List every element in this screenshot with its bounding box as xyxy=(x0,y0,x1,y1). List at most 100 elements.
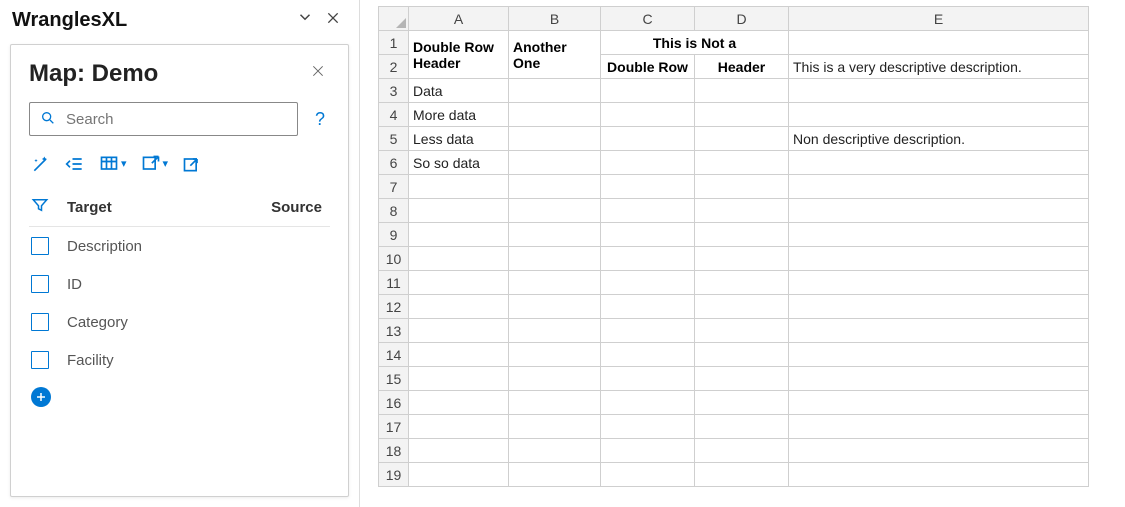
row-header[interactable]: 18 xyxy=(379,439,409,463)
cell[interactable] xyxy=(601,415,695,439)
checkbox[interactable] xyxy=(31,351,49,369)
cell[interactable]: Header xyxy=(695,55,789,79)
table-tool-icon[interactable]: ▾ xyxy=(99,154,127,174)
cell[interactable] xyxy=(601,271,695,295)
help-icon[interactable]: ? xyxy=(310,109,330,130)
cell[interactable]: Double Row xyxy=(601,55,695,79)
cell[interactable] xyxy=(509,271,601,295)
magic-wand-icon[interactable] xyxy=(31,154,51,174)
close-card-icon[interactable] xyxy=(306,59,330,88)
cell[interactable] xyxy=(601,151,695,175)
cell[interactable] xyxy=(409,415,509,439)
cell[interactable] xyxy=(509,79,601,103)
list-item[interactable]: ID xyxy=(29,265,330,303)
cell[interactable] xyxy=(695,391,789,415)
row-header[interactable]: 14 xyxy=(379,343,409,367)
cell[interactable] xyxy=(409,319,509,343)
row-header[interactable]: 8 xyxy=(379,199,409,223)
cell[interactable] xyxy=(409,199,509,223)
cell[interactable] xyxy=(695,295,789,319)
select-all-corner[interactable] xyxy=(379,7,409,31)
cell[interactable]: This is a very descriptive description. xyxy=(789,55,1089,79)
cell[interactable]: More data xyxy=(409,103,509,127)
checkbox[interactable] xyxy=(31,313,49,331)
cell[interactable] xyxy=(509,343,601,367)
cell[interactable] xyxy=(601,391,695,415)
cell[interactable] xyxy=(509,247,601,271)
row-header[interactable]: 3 xyxy=(379,79,409,103)
cell[interactable] xyxy=(601,439,695,463)
cell[interactable] xyxy=(409,367,509,391)
cell[interactable] xyxy=(695,343,789,367)
row-header[interactable]: 9 xyxy=(379,223,409,247)
cell[interactable] xyxy=(509,463,601,487)
cell[interactable] xyxy=(601,247,695,271)
cell[interactable] xyxy=(509,319,601,343)
filter-icon[interactable] xyxy=(31,196,67,218)
cell[interactable] xyxy=(509,439,601,463)
cell[interactable] xyxy=(695,199,789,223)
cell[interactable] xyxy=(409,295,509,319)
cell[interactable] xyxy=(601,103,695,127)
cell[interactable] xyxy=(789,31,1089,55)
list-item[interactable]: Facility xyxy=(29,341,330,379)
cell[interactable] xyxy=(509,127,601,151)
cell[interactable] xyxy=(789,151,1089,175)
cell[interactable] xyxy=(601,319,695,343)
col-header[interactable]: D xyxy=(695,7,789,31)
cell[interactable] xyxy=(509,295,601,319)
row-header[interactable]: 11 xyxy=(379,271,409,295)
outdent-icon[interactable] xyxy=(65,154,85,174)
cell[interactable] xyxy=(695,367,789,391)
list-item[interactable]: Category xyxy=(29,303,330,341)
cell[interactable] xyxy=(509,415,601,439)
row-header[interactable]: 1 xyxy=(379,31,409,55)
cell[interactable] xyxy=(509,175,601,199)
cell[interactable]: Double Row Header xyxy=(409,31,509,79)
cell[interactable] xyxy=(409,223,509,247)
row-header[interactable]: 2 xyxy=(379,55,409,79)
close-pane-icon[interactable] xyxy=(319,9,347,32)
cell[interactable] xyxy=(695,319,789,343)
cell[interactable] xyxy=(789,439,1089,463)
cell[interactable] xyxy=(695,151,789,175)
row-header[interactable]: 7 xyxy=(379,175,409,199)
row-header[interactable]: 13 xyxy=(379,319,409,343)
cell[interactable] xyxy=(409,247,509,271)
cell[interactable] xyxy=(509,223,601,247)
cell[interactable] xyxy=(409,343,509,367)
grid[interactable]: A B C D E 1 Double Row Header Another On… xyxy=(378,6,1089,487)
cell[interactable] xyxy=(789,391,1089,415)
col-header[interactable]: A xyxy=(409,7,509,31)
cell[interactable] xyxy=(695,247,789,271)
row-header[interactable]: 4 xyxy=(379,103,409,127)
cell[interactable] xyxy=(601,79,695,103)
cell[interactable] xyxy=(409,439,509,463)
cell[interactable] xyxy=(601,367,695,391)
cell[interactable] xyxy=(789,295,1089,319)
cell[interactable] xyxy=(695,79,789,103)
collapse-icon[interactable] xyxy=(291,8,319,32)
search-input[interactable] xyxy=(64,110,287,129)
col-header[interactable]: B xyxy=(509,7,601,31)
cell[interactable] xyxy=(789,175,1089,199)
cell[interactable] xyxy=(409,391,509,415)
cell[interactable]: Another One xyxy=(509,31,601,79)
cell[interactable] xyxy=(695,439,789,463)
cell[interactable] xyxy=(601,463,695,487)
search-box[interactable] xyxy=(29,102,298,136)
cell[interactable] xyxy=(509,103,601,127)
export-tool-icon[interactable]: ▾ xyxy=(141,154,169,174)
checkbox[interactable] xyxy=(31,237,49,255)
cell[interactable] xyxy=(695,175,789,199)
cell[interactable]: So so data xyxy=(409,151,509,175)
cell[interactable] xyxy=(601,223,695,247)
chevron-down-icon[interactable]: ▾ xyxy=(163,159,169,170)
cell[interactable]: This is Not a xyxy=(601,31,789,55)
row-header[interactable]: 10 xyxy=(379,247,409,271)
list-item[interactable]: Description xyxy=(29,227,330,265)
cell[interactable] xyxy=(695,103,789,127)
cell[interactable] xyxy=(509,367,601,391)
add-button[interactable] xyxy=(31,387,51,407)
cell[interactable] xyxy=(601,175,695,199)
